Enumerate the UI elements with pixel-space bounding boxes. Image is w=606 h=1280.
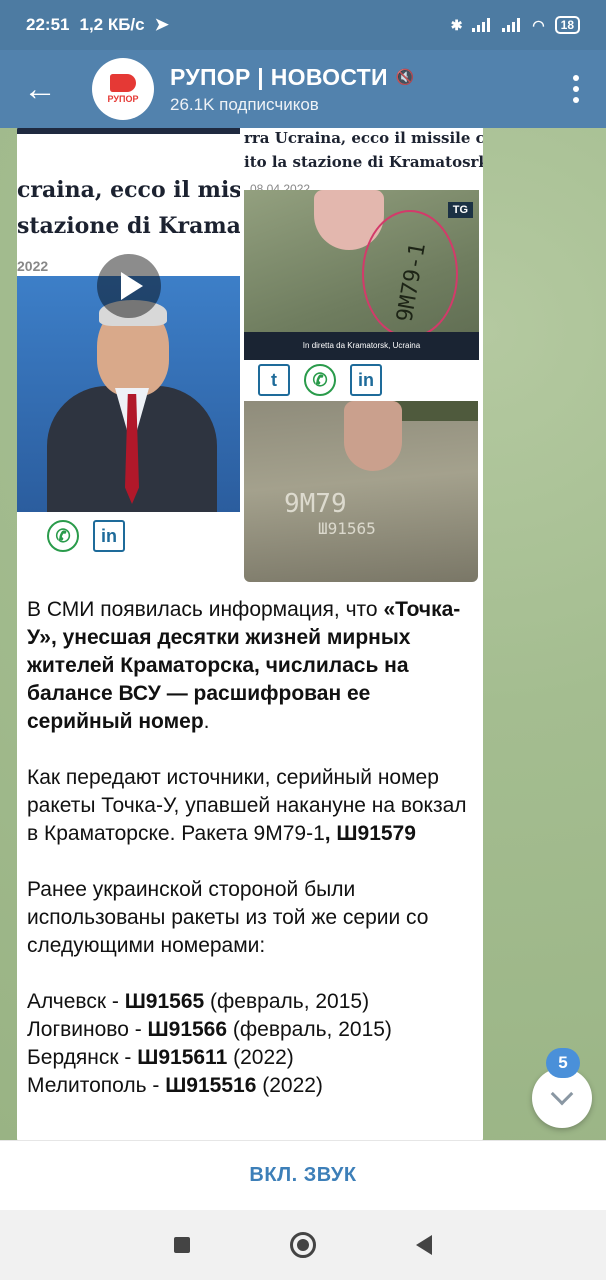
subscriber-count: 26.1K подписчиков xyxy=(170,94,319,114)
megaphone-icon xyxy=(110,74,136,92)
home-icon[interactable] xyxy=(290,1232,316,1258)
message-bubble: craina, ecco il missil stazione di Krama… xyxy=(17,128,483,1140)
muted-icon: 🔇 xyxy=(395,69,415,86)
linkedin-icon: in xyxy=(93,520,125,552)
paragraph-1: В СМИ появилась информация, что «Точка-У… xyxy=(27,598,461,733)
unmute-button[interactable]: ВКЛ. ЗВУК xyxy=(249,1164,356,1187)
photo-article[interactable]: rra Ucraina, ecco il missile ch ito la s… xyxy=(244,128,483,399)
telegram-notification-icon: ➤ xyxy=(154,15,169,34)
play-button[interactable] xyxy=(97,254,161,318)
chat-area[interactable]: craina, ecco il missil stazione di Krama… xyxy=(0,128,606,1140)
share-icons-left: ✆ in xyxy=(47,520,125,552)
wifi-icon: ◠ xyxy=(532,16,545,33)
recents-icon[interactable] xyxy=(174,1237,190,1253)
more-menu-icon[interactable] xyxy=(546,75,606,103)
serial-list: Алчевск - Ш91565 (февраль, 2015) Логвино… xyxy=(27,988,473,1100)
system-nav-bar xyxy=(0,1210,606,1280)
photo-code: 9M79 xyxy=(284,489,347,519)
twitter-icon: t xyxy=(258,364,290,396)
unmute-bar[interactable]: ВКЛ. ЗВУК xyxy=(0,1140,606,1210)
tv-logo: TG xyxy=(447,202,473,218)
whatsapp-icon: ✆ xyxy=(47,520,79,552)
channel-title: РУПОР | НОВОСТИ xyxy=(170,63,388,90)
channel-avatar[interactable]: РУПОР xyxy=(92,58,154,120)
avatar-brand-text: РУПОР xyxy=(107,94,139,104)
linkedin-icon: in xyxy=(350,364,382,396)
rocket-photo: 9M79-1 TG In diretta da Kramatorsk, Ucra… xyxy=(244,190,479,360)
signal-icon-2 xyxy=(502,18,522,32)
channel-header: ← РУПОР РУПОР | НОВОСТИ 🔇 26.1K подписчи… xyxy=(0,50,606,128)
unread-count-badge: 5 xyxy=(546,1048,580,1078)
network-speed: 1,2 КБ/с xyxy=(79,15,145,34)
list-item: Логвиново - Ш91566 (февраль, 2015) xyxy=(27,1018,392,1041)
thumbnail-headline: craina, ecco il missil stazione di Krama… xyxy=(17,177,240,239)
list-item: Алчевск - Ш91565 (февраль, 2015) xyxy=(27,990,370,1013)
list-item: Мелитополь - Ш915516 (2022) xyxy=(27,1074,323,1097)
chevron-down-icon xyxy=(550,1082,574,1106)
share-icons-right: t ✆ in xyxy=(258,364,382,396)
status-bar: 22:51 1,2 КБ/с ➤ ✱ ◠ 18 xyxy=(0,0,606,50)
whatsapp-icon: ✆ xyxy=(304,364,336,396)
photo-serial: Ш91565 xyxy=(318,519,376,538)
list-item: Бердянск - Ш915611 (2022) xyxy=(27,1046,294,1069)
bluetooth-icon: ✱ xyxy=(450,16,463,33)
article-headline: rra Ucraina, ecco il missile ch ito la s… xyxy=(244,129,483,171)
back-icon[interactable] xyxy=(416,1235,432,1255)
clock: 22:51 xyxy=(26,15,70,34)
battery-icon: 18 xyxy=(554,16,580,34)
paragraph-3: Ранее украинской стороной были использов… xyxy=(27,878,429,957)
back-arrow-icon[interactable]: ← xyxy=(0,50,80,128)
message-text: В СМИ появилась информация, что «Точка-У… xyxy=(27,596,473,1100)
signal-icon xyxy=(472,18,492,32)
rocket-caption: In diretta da Kramatorsk, Ucraina xyxy=(244,332,479,360)
photo-serial-closeup[interactable]: 9M79 Ш91565 xyxy=(244,401,478,582)
video-thumbnail[interactable]: craina, ecco il missil stazione di Krama… xyxy=(17,128,240,559)
play-icon xyxy=(121,272,143,300)
channel-info[interactable]: РУПОР | НОВОСТИ 🔇 26.1K подписчиков xyxy=(170,64,415,115)
paragraph-2: Как передают источники, серийный номер р… xyxy=(27,766,467,845)
